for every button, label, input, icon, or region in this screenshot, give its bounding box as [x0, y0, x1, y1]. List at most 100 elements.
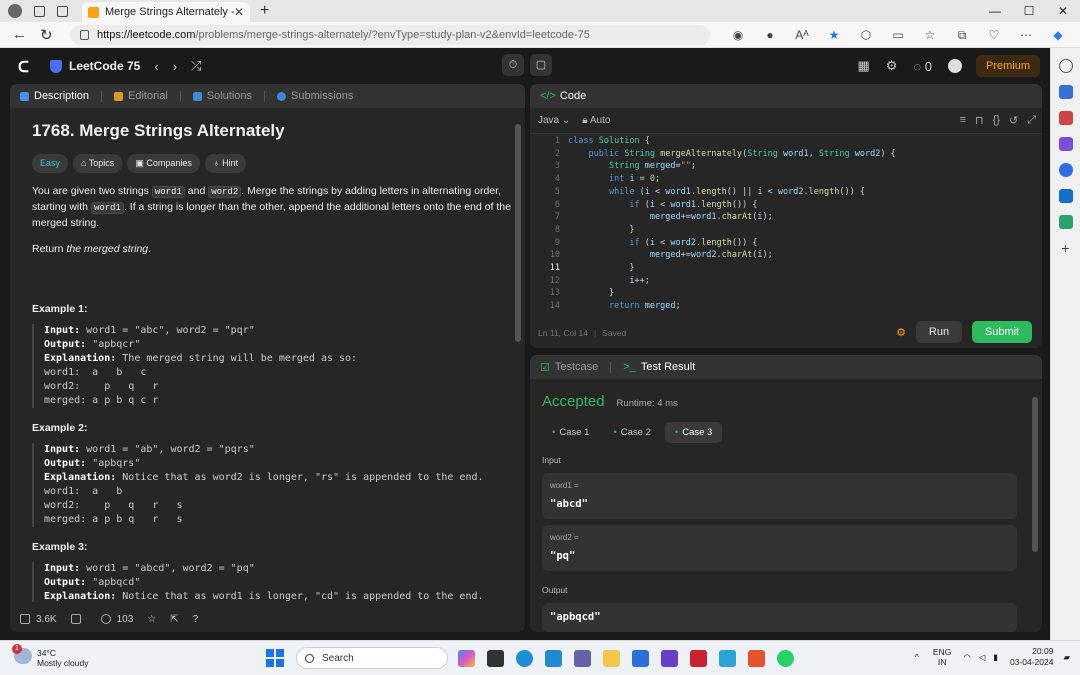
help-button[interactable]: ?	[193, 614, 199, 625]
extensions-icon[interactable]: ⬡	[854, 28, 878, 42]
search-input[interactable]: Search	[296, 647, 448, 669]
mcafee-icon[interactable]	[690, 649, 707, 667]
tray-chevron-icon[interactable]: ^	[915, 652, 919, 662]
more-icon[interactable]: ⋯	[1014, 28, 1038, 42]
start-icon[interactable]	[266, 649, 284, 667]
browser-tab[interactable]: Merge Strings Alternately - LeetC ✕	[82, 2, 250, 22]
store-icon[interactable]	[632, 649, 649, 667]
battery-icon[interactable]: ▮	[993, 652, 998, 663]
folder-icon[interactable]	[603, 649, 620, 667]
settings-gear-icon[interactable]: ⚙	[886, 58, 898, 74]
tab-submissions[interactable]: Submissions	[277, 90, 353, 102]
bookmark-icon[interactable]: ⊓	[975, 114, 984, 127]
vscode-icon[interactable]	[545, 649, 562, 667]
braces-icon[interactable]: {}	[993, 114, 1000, 127]
layout-icon[interactable]: ▦	[857, 58, 869, 74]
tab-description[interactable]: Description	[20, 90, 89, 102]
copilot-icon[interactable]: ◆	[1046, 28, 1070, 42]
output-label: Output	[542, 585, 568, 595]
close-window-icon[interactable]: ✕	[1046, 0, 1080, 22]
description-scrollbar[interactable]	[515, 124, 521, 342]
favorites-icon[interactable]: ☆	[918, 28, 942, 42]
extension-badge-icon[interactable]: ●	[758, 28, 782, 42]
copilot-side-icon[interactable]	[1058, 163, 1073, 177]
snipping-icon[interactable]	[719, 649, 736, 667]
run-button[interactable]: Run	[916, 321, 962, 343]
edge-icon[interactable]	[516, 649, 533, 667]
hint-chip[interactable]: ♁ Hint	[204, 154, 247, 173]
timer-icon[interactable]: ⏱	[502, 54, 524, 76]
like-button[interactable]: 3.6K	[20, 614, 57, 625]
teams-icon[interactable]	[574, 649, 591, 667]
back-icon[interactable]: ←	[12, 26, 28, 43]
avatar[interactable]	[947, 59, 962, 73]
debug-icon[interactable]: ⚙	[896, 326, 906, 339]
case-tab-2[interactable]: • Case 2	[603, 422, 660, 443]
prev-problem-icon[interactable]: ‹	[154, 59, 158, 74]
collections-icon[interactable]: ⧉	[950, 28, 974, 42]
share-button[interactable]: ⇱	[170, 614, 178, 625]
case-tab-1[interactable]: • Case 1	[542, 422, 599, 443]
code-editor[interactable]: 1 class Solution { 2 public String mergeA…	[530, 134, 1042, 348]
notifications-icon[interactable]: ▰	[1063, 652, 1070, 663]
whatsapp-icon[interactable]	[777, 649, 794, 667]
outlook-icon[interactable]	[1058, 189, 1073, 203]
shuffle-icon[interactable]: ⤮	[191, 58, 201, 74]
premium-button[interactable]: Premium	[975, 55, 1040, 77]
drop-icon[interactable]	[1058, 215, 1073, 229]
add-sidebar-icon[interactable]: +	[1059, 241, 1073, 255]
tab-code[interactable]: </> Code	[540, 90, 586, 102]
fullscreen-icon[interactable]: ⤢	[1027, 114, 1036, 127]
dislike-button[interactable]	[70, 614, 87, 624]
submit-button[interactable]: Submit	[972, 321, 1032, 343]
file-explorer-icon[interactable]	[487, 649, 504, 667]
cloud-icon: 1	[12, 644, 32, 664]
url-input[interactable]: https://leetcode.com/problems/merge-stri…	[70, 24, 710, 45]
brave-icon[interactable]	[748, 649, 765, 667]
volume-icon[interactable]: ◁	[979, 652, 986, 663]
language-select[interactable]: Java ⌄	[538, 115, 570, 126]
favorite-button[interactable]: ☆	[147, 614, 156, 625]
refresh-icon[interactable]: ↻	[40, 26, 56, 44]
clock[interactable]: 20:09 03-04-2024	[1010, 646, 1053, 668]
minimize-icon[interactable]: —	[978, 0, 1012, 22]
tab-actions-icon[interactable]	[57, 5, 68, 17]
study-plan-link[interactable]: LeetCode 75	[50, 59, 140, 73]
tab-test-result[interactable]: >_ Test Result	[623, 361, 695, 373]
new-tab-icon[interactable]: +	[260, 2, 269, 20]
wifi-icon[interactable]: ◠	[963, 652, 970, 663]
share-icon: ⇱	[170, 613, 179, 625]
auto-mode[interactable]: 🔒︎ Auto	[582, 115, 610, 126]
topics-chip[interactable]: ⌂ Topics	[73, 154, 123, 173]
copilot-app-icon[interactable]	[458, 649, 475, 667]
companies-chip[interactable]: ▣ Companies	[127, 154, 200, 173]
next-problem-icon[interactable]: ›	[173, 59, 177, 74]
comments-button[interactable]: 103	[100, 614, 133, 625]
search-icon[interactable]	[1058, 59, 1073, 73]
case-tab-3[interactable]: • Case 3	[664, 422, 723, 443]
close-tab-icon[interactable]: ✕	[234, 5, 244, 19]
split-screen-icon[interactable]: ▭	[886, 28, 910, 42]
leetcode-logo-icon[interactable]: ᑕ	[18, 58, 32, 76]
maximize-icon[interactable]: ☐	[1012, 0, 1046, 22]
workspaces-icon[interactable]	[34, 5, 45, 17]
tab-testcase[interactable]: ☑ Testcase	[540, 361, 598, 374]
tracking-prevention-icon[interactable]: ◉	[726, 28, 750, 42]
profile-icon[interactable]	[8, 4, 22, 18]
language-indicator[interactable]: ENG IN	[933, 647, 951, 667]
tools-icon[interactable]	[1058, 111, 1073, 125]
result-scrollbar[interactable]	[1032, 397, 1038, 552]
shopping-icon[interactable]	[1058, 85, 1073, 99]
favorite-star-icon[interactable]: ★	[822, 28, 846, 42]
performance-icon[interactable]: ♡	[982, 28, 1006, 42]
notes-icon[interactable]: ▢	[530, 54, 552, 76]
weather-widget[interactable]: 1 34°C Mostly cloudy	[12, 644, 89, 668]
tab-editorial[interactable]: Editorial	[114, 90, 168, 102]
tab-solutions[interactable]: Solutions	[192, 90, 252, 102]
visual-studio-icon[interactable]	[661, 649, 678, 667]
streak-fire-icon[interactable]: ◌ 0	[913, 59, 932, 74]
read-aloud-icon[interactable]: Aᴬ	[790, 28, 814, 42]
format-icon[interactable]: ≡	[960, 114, 966, 127]
games-icon[interactable]	[1058, 137, 1073, 151]
reset-icon[interactable]: ↺	[1009, 114, 1018, 127]
